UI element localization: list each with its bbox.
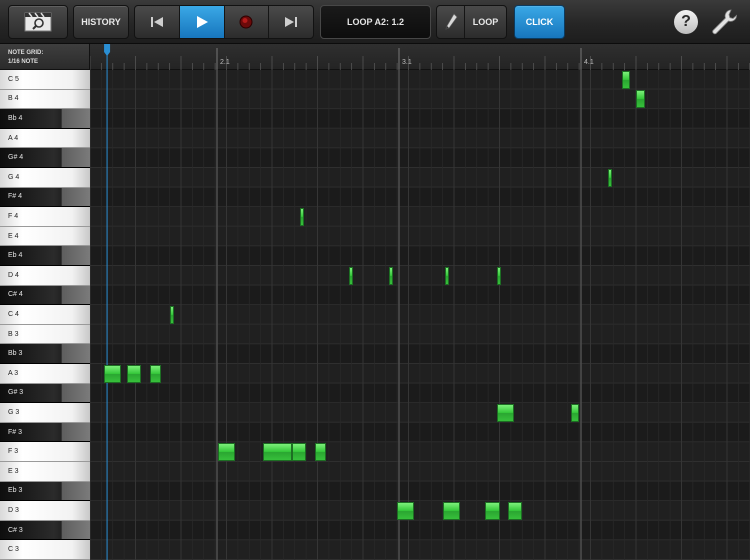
midi-note[interactable] — [485, 502, 500, 520]
piano-key[interactable]: E 3 — [0, 462, 90, 482]
note-grid[interactable] — [90, 70, 750, 560]
timeline-ruler[interactable]: 2.1 3.1 4.1 — [89, 44, 750, 70]
skip-forward-icon — [285, 17, 298, 27]
piano-key[interactable]: D 4 — [0, 266, 90, 286]
loop-position-display: LOOP A2: 1.2 — [320, 5, 431, 39]
piano-key[interactable]: Eb 4 — [0, 246, 90, 266]
midi-note[interactable] — [508, 502, 523, 520]
bar-marker-2: 2.1 — [220, 59, 230, 66]
midi-note[interactable] — [621, 70, 631, 89]
midi-note[interactable] — [496, 404, 514, 422]
play-button[interactable] — [179, 6, 225, 38]
midi-note[interactable] — [348, 266, 353, 285]
record-icon — [239, 15, 253, 29]
magnifier-film-icon — [24, 12, 52, 32]
midi-note[interactable] — [104, 364, 122, 383]
piano-key[interactable]: G 4 — [0, 168, 90, 188]
toolbar: HISTORY LOOP A2: 1.2 LOOP CLICK ? — [0, 0, 750, 44]
piano-key[interactable]: A 3 — [0, 364, 90, 384]
piano-key[interactable]: F# 4 — [0, 187, 90, 208]
piano-key[interactable]: B 4 — [0, 89, 90, 110]
piano-key[interactable]: C 4 — [0, 305, 90, 325]
piano-key[interactable]: G 3 — [0, 403, 90, 423]
bar-marker-3: 3.1 — [402, 59, 412, 66]
note-grid-title: NOTE GRID: — [8, 50, 44, 56]
piano-key[interactable]: C 3 — [0, 540, 90, 560]
pencil-icon — [445, 13, 457, 30]
piano-key[interactable]: D 3 — [0, 501, 90, 521]
piano-key[interactable]: A 4 — [0, 128, 90, 149]
note-grid-label[interactable]: NOTE GRID: 1/16 NOTE — [0, 44, 90, 70]
history-button[interactable]: HISTORY — [73, 5, 129, 39]
midi-note[interactable] — [169, 306, 174, 324]
piano-key[interactable]: E 4 — [0, 226, 90, 247]
piano-key[interactable]: C# 3 — [0, 520, 90, 541]
piano-key[interactable]: G# 3 — [0, 383, 90, 404]
midi-note[interactable] — [496, 266, 501, 285]
click-button[interactable]: CLICK — [514, 5, 565, 39]
midi-note[interactable] — [126, 364, 142, 383]
midi-note[interactable] — [636, 90, 645, 109]
piano-key[interactable]: C# 4 — [0, 285, 90, 306]
settings-button[interactable] — [709, 7, 739, 37]
rewind-button[interactable] — [135, 6, 180, 38]
loop-controls: LOOP — [436, 5, 507, 39]
piano-key[interactable]: C 5 — [0, 70, 90, 90]
midi-note[interactable] — [388, 266, 393, 285]
midi-note[interactable] — [263, 443, 292, 462]
midi-note[interactable] — [445, 266, 450, 285]
record-button[interactable] — [225, 6, 270, 38]
piano-key[interactable]: Bb 3 — [0, 344, 90, 364]
midi-note[interactable] — [607, 168, 612, 187]
midi-note[interactable] — [314, 443, 327, 462]
loop-button[interactable]: LOOP — [465, 6, 506, 38]
piano-key[interactable]: F# 3 — [0, 422, 90, 443]
note-grid-value: 1/16 NOTE — [8, 59, 39, 65]
bar-marker-4: 4.1 — [584, 59, 594, 66]
play-icon — [196, 16, 208, 28]
zoom-button[interactable] — [8, 5, 68, 39]
midi-note[interactable] — [397, 502, 415, 520]
forward-button[interactable] — [269, 6, 313, 38]
transport-controls — [134, 5, 314, 39]
wrench-icon — [712, 9, 737, 35]
midi-note[interactable] — [149, 364, 162, 383]
midi-note[interactable] — [291, 443, 307, 462]
midi-note[interactable] — [300, 208, 305, 226]
piano-keyboard: C 5B 4 Bb 4A 4 G# 4G 4 F# 4F 4E 4 Eb 4D 4 C# … — [0, 70, 90, 560]
piano-key[interactable]: G# 4 — [0, 148, 90, 168]
piano-key[interactable]: F 4 — [0, 207, 90, 227]
pencil-button[interactable] — [437, 6, 465, 38]
midi-note[interactable] — [570, 404, 580, 422]
piano-key[interactable]: F 3 — [0, 442, 90, 462]
help-button[interactable]: ? — [674, 10, 698, 34]
piano-key[interactable]: B 3 — [0, 324, 90, 345]
grid-lines — [90, 70, 750, 560]
midi-note[interactable] — [442, 502, 460, 520]
piano-key[interactable]: Eb 3 — [0, 481, 90, 502]
midi-note[interactable] — [217, 443, 236, 462]
ruler-ticks — [89, 44, 750, 70]
skip-back-icon — [150, 17, 163, 27]
piano-key[interactable]: Bb 4 — [0, 109, 90, 129]
